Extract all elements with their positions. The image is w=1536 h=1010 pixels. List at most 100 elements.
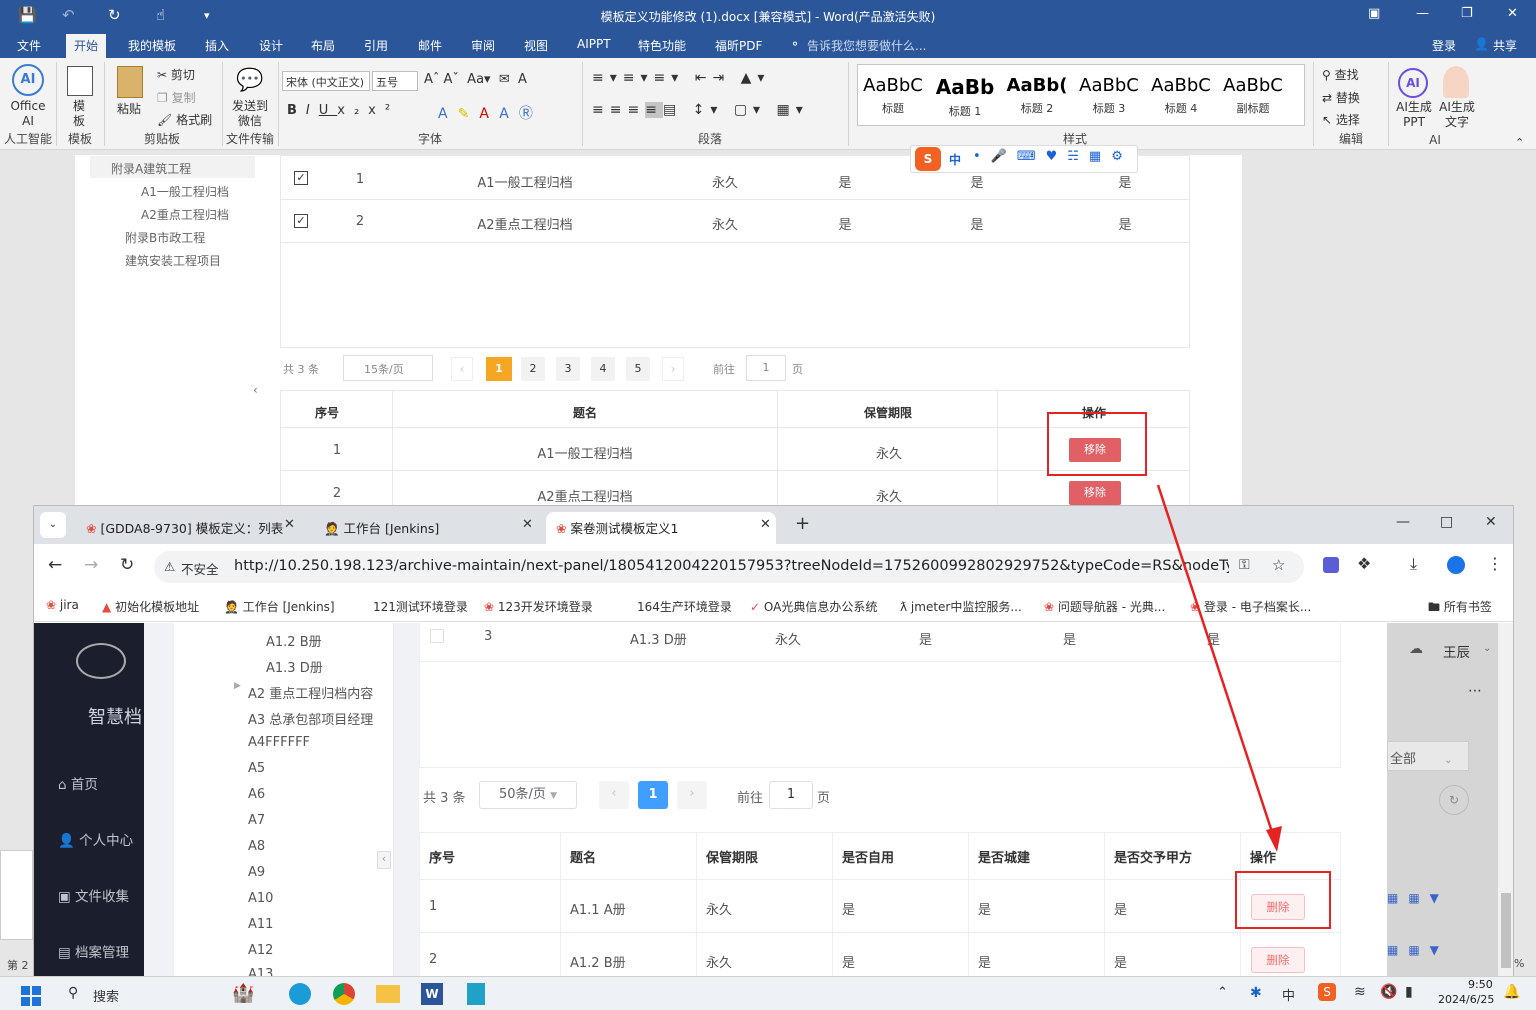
start-icon[interactable] [21,986,41,1006]
filter-select[interactable]: 全部 ⌄ [1387,741,1469,771]
office-ai-icon[interactable]: AI [12,64,44,96]
menu-mailings[interactable]: 邮件 [418,37,442,54]
menu-references[interactable]: 引用 [364,37,388,54]
style-subtitle[interactable]: AaBbC 副标题 [1218,75,1288,116]
ime-chinese-mode[interactable]: 中 [949,151,961,168]
nav-collection[interactable]: ▣ 文件收集 [58,885,129,905]
tree-node[interactable]: A11 [248,917,273,932]
close-window-icon[interactable]: ✕ [1485,514,1497,530]
paste-button[interactable]: 粘贴 [117,100,141,117]
styles-gallery[interactable]: AaBbC 标题 AaBb 标题 1 AaBb(标题 2 AaBbC 标题 3 AaB… [857,64,1305,126]
minimize-icon[interactable]: — [1396,514,1410,530]
font-color-icons[interactable]: A✎AAⓇ [438,103,543,123]
menu-features[interactable]: 特色功能 [638,37,686,54]
bookmark-164[interactable]: 164生产环境登录 [637,598,732,615]
close-tab-icon[interactable]: ✕ [522,517,533,532]
ime-toolbar[interactable]: S 中 •🎤⌨♥☵▦⚙ [910,145,1138,173]
nav-home[interactable]: ⌂ 首页 [58,773,98,793]
bookmark-jenkins[interactable]: 🤵 工作台 [Jenkins] [224,598,335,615]
widget-icon[interactable]: 🏰 [232,983,254,1004]
align-icons[interactable]: ≡≡≡≡▤ ↕▾ ▢▾ ▦▾ [592,102,809,118]
login-link[interactable]: 登录 [1432,37,1456,54]
notes-icon[interactable] [467,983,485,1005]
bluetooth-icon[interactable]: ✱ [1250,985,1262,1001]
menu-layout[interactable]: 布局 [311,37,335,54]
menu-view[interactable]: 视图 [524,37,548,54]
row-action-icons[interactable]: ▦▦▼ [1387,891,1449,905]
ai-ppt-icon[interactable]: AI [1398,68,1428,98]
template-icon[interactable] [67,66,93,96]
replace-button[interactable]: ⇄ 替换 [1322,89,1360,106]
download-icon[interactable]: ⤓ [1410,554,1417,574]
word-icon[interactable]: W [421,983,443,1005]
ime-indicator[interactable]: 中 [1282,985,1295,1004]
back-icon[interactable]: ← [48,555,62,575]
forward-icon[interactable]: → [84,555,98,575]
notification-icon[interactable]: 🔔 [1503,984,1520,1000]
prev-page-icon[interactable]: ‹ [599,781,629,809]
paste-icon[interactable] [117,66,143,98]
font-name-select[interactable]: 宋体 (中文正文) [282,71,370,91]
nav-archive[interactable]: ▤ 档案管理 [58,941,129,961]
format-painter-button[interactable]: 🖌 格式刷 [157,111,212,128]
cut-button[interactable]: ✂ 剪切 [157,66,195,83]
user-name[interactable]: 王辰 [1443,641,1470,661]
wechat-icon[interactable]: 💬 [236,68,263,93]
collapse-ribbon-icon[interactable]: ⌃ [1515,136,1524,149]
tab-jira[interactable]: ❀ [GDDA8-9730] 模板定义：列表 [76,512,301,544]
tree-node[interactable]: A4FFFFFF [248,735,310,750]
clock-date[interactable]: 2024/6/25 [1438,993,1494,1006]
tray-chevron-icon[interactable]: ⌃ [1217,985,1228,1000]
bookmark-oa[interactable]: ✓ OA光典信息办公系统 [750,598,877,615]
close-icon[interactable]: ✕ [1507,6,1518,21]
new-tab-icon[interactable]: + [795,513,810,534]
url-text[interactable]: http://10.250.198.123/archive-maintain/n… [234,558,1229,574]
menu-aippt[interactable]: AIPPT [577,37,611,51]
tab-active[interactable]: ❀ 案卷测试模板定义1 [546,512,776,544]
more-icon[interactable]: ⋯ [1468,683,1482,699]
font-size-select[interactable]: 五号 [372,71,418,91]
select-button[interactable]: ↖ 选择 [1322,111,1360,128]
menu-my-template[interactable]: 我的模板 [128,37,176,54]
collapse-tree-icon[interactable]: ‹ [377,851,391,869]
close-tab-icon[interactable]: ✕ [284,517,295,532]
bookmark-issues[interactable]: ❀ 问题导航器 - 光典... [1044,598,1165,615]
ime-tool-icons[interactable]: •🎤⌨♥☵▦⚙ [973,149,1133,164]
nav-profile[interactable]: 👤 个人中心 [58,829,133,849]
style-heading-4[interactable]: AaBbC 标题 4 [1146,75,1216,116]
tree-node[interactable]: A1.2 B册 [266,631,322,650]
bookmark-123[interactable]: ❀ 123开发环境登录 [484,598,593,615]
tree-node[interactable]: A8 [248,839,265,854]
omnibox[interactable]: ⚠ 不安全 http://10.250.198.123/archive-main… [154,551,1304,583]
bookmark-template[interactable]: ▲ 初始化模板地址 [102,598,199,615]
close-tab-icon[interactable]: ✕ [760,517,771,532]
tree-node[interactable]: A3 总承包部项目经理 [248,709,378,728]
tree-node[interactable]: A9 [248,865,265,880]
search-icon[interactable]: ⚲ [68,985,78,1001]
chevron-down-icon[interactable]: ⌄ [1483,643,1491,654]
tab-search-icon[interactable]: ⌄ [40,512,66,538]
ai-ppt-button[interactable]: AI生成PPT [1396,100,1432,130]
style-heading-3[interactable]: AaBbC 标题 3 [1074,75,1144,116]
maximize-icon[interactable]: □ [1440,514,1453,530]
send-wechat-button[interactable]: 发送到微信 [230,99,270,129]
minimize-icon[interactable]: — [1416,6,1429,21]
row-checkbox[interactable] [430,629,444,643]
next-page-icon[interactable]: › [677,781,707,809]
taskbar-search[interactable]: 搜索 [93,986,119,1005]
share-button[interactable]: 共享 [1493,37,1517,54]
tell-me-input[interactable]: 告诉我您想要做什么... [807,37,926,54]
delete-button[interactable]: 删除 [1251,947,1305,973]
refresh-icon[interactable]: ↻ [1439,785,1469,815]
font-format-icons[interactable]: BIUx₂x² [287,103,399,118]
sogou-tray-icon[interactable]: S [1318,983,1336,1001]
template-button[interactable]: 模板 [73,99,87,129]
bookmark-121[interactable]: 121测试环境登录 [373,598,468,615]
menu-review[interactable]: 审阅 [471,37,495,54]
tree-node[interactable]: A1.3 D册 [266,657,323,676]
find-button[interactable]: ⚲ 查找 [1322,66,1359,83]
page-size-select[interactable]: 50条/页 ▼ [479,781,577,809]
extension-icon[interactable] [1323,557,1339,573]
style-heading-2[interactable]: AaBb(标题 2 [1002,75,1072,116]
all-bookmarks[interactable]: 🖿 所有书签 [1428,598,1492,619]
